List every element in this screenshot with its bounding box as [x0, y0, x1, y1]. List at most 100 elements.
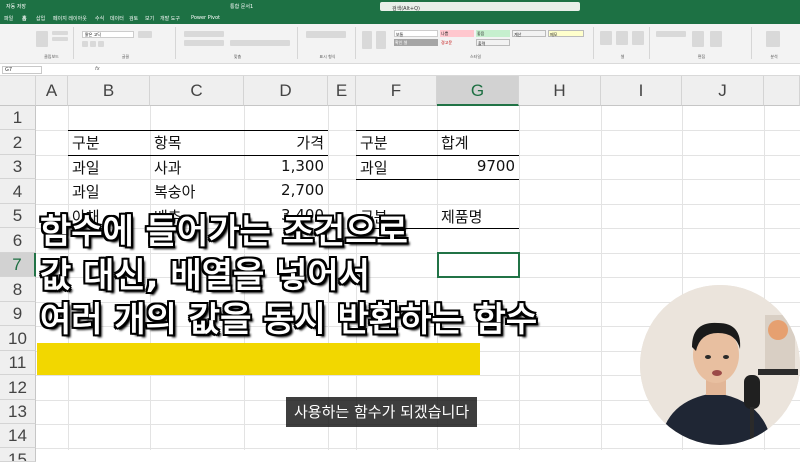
tab-page-layout[interactable]: 페이지 레이아웃 — [53, 15, 87, 22]
number-group-label: 표시 형식 — [319, 54, 336, 59]
tab-formulas[interactable]: 수식 — [95, 15, 104, 22]
style-calculation[interactable]: 계산 — [512, 30, 546, 37]
ribbon-tabs: 파일 홈 삽입 페이지 레이아웃 수식 데이터 검토 보기 개발 도구 Powe… — [0, 12, 800, 24]
column-header-h[interactable]: H — [519, 76, 601, 106]
style-note[interactable]: 메모 — [548, 30, 584, 37]
tab-file[interactable]: 파일 — [4, 15, 13, 22]
autosave-label[interactable]: 자동 저장 — [6, 3, 26, 10]
tab-data[interactable]: 데이터 — [110, 15, 124, 22]
tab-insert[interactable]: 삽입 — [36, 15, 45, 22]
row-header-10[interactable]: 10 — [0, 326, 36, 351]
tab-developer[interactable]: 개발 도구 — [160, 15, 180, 22]
tab-power-pivot[interactable]: Power Pivot — [191, 15, 220, 21]
cell-d3[interactable]: 1,300 — [244, 157, 324, 175]
tab-home[interactable]: 홈 — [22, 15, 27, 22]
column-header-i[interactable]: I — [601, 76, 682, 106]
autosum-icon[interactable] — [656, 31, 686, 37]
alignment-group-label: 맞춤 — [233, 54, 242, 59]
row-header-13[interactable]: 13 — [0, 400, 36, 424]
row-header-15[interactable]: 15 — [0, 448, 36, 462]
cell-f2[interactable]: 구분 — [360, 132, 388, 153]
tab-review[interactable]: 검토 — [129, 15, 138, 22]
paste-icon[interactable] — [36, 31, 48, 47]
gridline — [601, 106, 602, 450]
merge-center-button[interactable] — [230, 40, 290, 46]
column-header-b[interactable]: B — [68, 76, 150, 106]
name-box[interactable]: G7 — [2, 66, 42, 74]
column-header-a[interactable]: A — [36, 76, 68, 106]
cell-g2[interactable]: 합계 — [441, 132, 469, 153]
styles-group: 보통 나쁨 좋음 계산 메모 확인 셀 경고문 출력 스타일 — [358, 27, 594, 59]
column-header-j[interactable]: J — [682, 76, 764, 106]
style-normal[interactable]: 보통 — [394, 30, 438, 37]
cell-b4[interactable]: 과일 — [72, 181, 100, 202]
style-output[interactable]: 출력 — [476, 39, 510, 46]
search-box[interactable]: 검색(Alt+Q) — [380, 2, 580, 12]
cell-c4[interactable]: 복숭아 — [154, 181, 195, 202]
font-name-select[interactable]: 맑은 고딕 — [82, 31, 134, 38]
bold-icon[interactable] — [82, 41, 88, 47]
sort-filter-icon[interactable] — [692, 31, 704, 47]
column-header-k[interactable] — [764, 76, 800, 106]
row-header-14[interactable]: 14 — [0, 424, 36, 448]
row-header-7[interactable]: 7 — [0, 253, 36, 277]
row-header-1[interactable]: 1 — [0, 106, 36, 130]
table-border — [68, 130, 328, 131]
find-select-icon[interactable] — [710, 31, 722, 47]
select-all-corner[interactable] — [0, 76, 36, 106]
copy-icon[interactable] — [52, 37, 68, 41]
format-as-table-icon[interactable] — [376, 31, 386, 49]
cell-c3[interactable]: 사과 — [154, 157, 182, 178]
cell-g3[interactable]: 9700 — [437, 157, 515, 175]
format-cells-icon[interactable] — [632, 31, 644, 45]
insert-cells-icon[interactable] — [600, 31, 612, 45]
caption-line-1: 함수에 들어가는 조건으로 — [40, 212, 408, 252]
number-format-select[interactable] — [306, 31, 346, 38]
style-good[interactable]: 좋음 — [476, 30, 510, 37]
row-header-6[interactable]: 6 — [0, 228, 36, 253]
style-bad[interactable]: 나쁨 — [440, 30, 474, 37]
editing-group-label: 편집 — [697, 54, 706, 59]
caption-highlight — [37, 343, 480, 375]
row-header-9[interactable]: 9 — [0, 302, 36, 326]
style-check-cell[interactable]: 확인 셀 — [394, 39, 438, 46]
underline-icon[interactable] — [98, 41, 104, 47]
style-warning[interactable]: 경고문 — [440, 39, 474, 46]
align-top-icon[interactable] — [184, 31, 224, 37]
tab-view[interactable]: 보기 — [145, 15, 154, 22]
row-header-3[interactable]: 3 — [0, 155, 36, 179]
analyze-data-icon[interactable] — [766, 31, 780, 47]
clipboard-group-label: 클립보드 — [44, 54, 59, 59]
cell-b2[interactable]: 구분 — [72, 132, 100, 153]
cell-d4[interactable]: 2,700 — [244, 181, 324, 199]
row-header-5[interactable]: 5 — [0, 204, 36, 228]
row-header-4[interactable]: 4 — [0, 179, 36, 204]
row-header-8[interactable]: 8 — [0, 277, 36, 302]
cell-d2[interactable]: 가격 — [244, 132, 324, 153]
column-header-e[interactable]: E — [328, 76, 356, 106]
fx-icon[interactable]: fx — [95, 66, 100, 72]
row-header-2[interactable]: 2 — [0, 130, 36, 155]
cut-icon[interactable] — [52, 31, 68, 35]
styles-group-label: 스타일 — [469, 54, 482, 59]
delete-cells-icon[interactable] — [616, 31, 628, 45]
italic-icon[interactable] — [90, 41, 96, 47]
cell-c2[interactable]: 항목 — [154, 132, 182, 153]
conditional-format-icon[interactable] — [362, 31, 372, 49]
column-header-f[interactable]: F — [356, 76, 437, 106]
analysis-group: 분석 — [754, 27, 794, 59]
column-header-d[interactable]: D — [244, 76, 328, 106]
search-input[interactable]: 검색(Alt+Q) — [392, 5, 420, 12]
font-size-select[interactable] — [138, 31, 152, 38]
row-header-12[interactable]: 12 — [0, 375, 36, 400]
align-left-icon[interactable] — [184, 40, 224, 46]
cell-f3[interactable]: 과일 — [360, 157, 388, 178]
row-header-11[interactable]: 11 — [0, 351, 36, 375]
column-header-c[interactable]: C — [150, 76, 244, 106]
editing-group: 편집 — [652, 27, 752, 59]
presenter-webcam — [640, 285, 800, 445]
table-border — [356, 130, 519, 131]
table-border — [356, 179, 519, 180]
cell-b3[interactable]: 과일 — [72, 157, 100, 178]
column-header-g[interactable]: G — [437, 76, 519, 106]
